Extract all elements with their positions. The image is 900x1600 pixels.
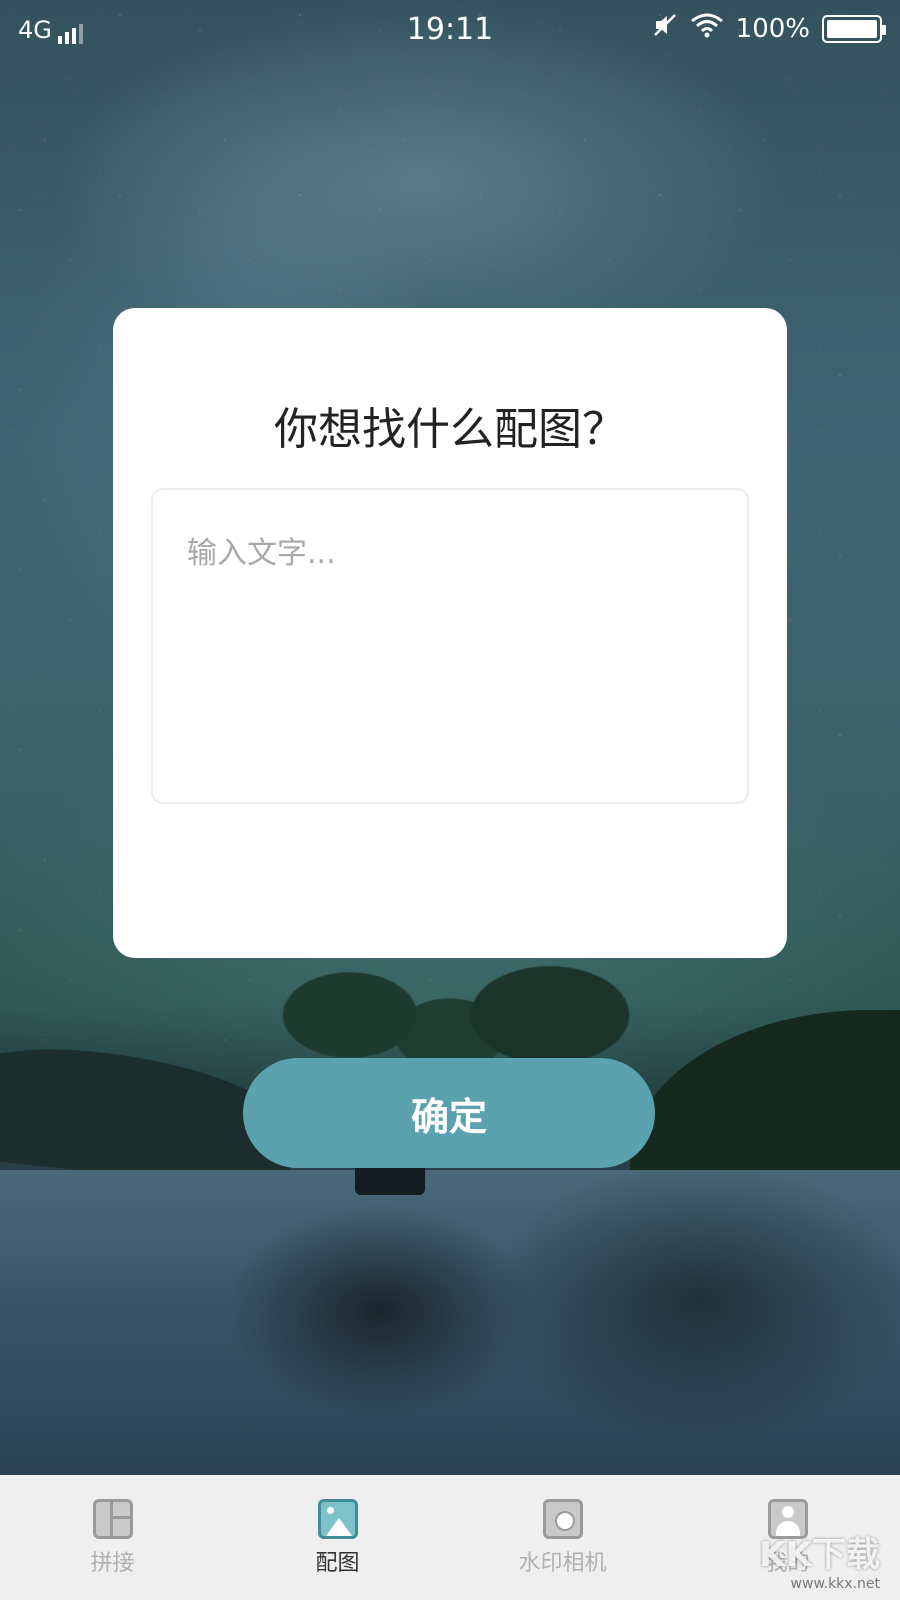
dialog-title: 你想找什么配图？ (274, 404, 626, 455)
battery-percent: 100% (735, 13, 810, 44)
watermark-url: www.kkx.net (790, 1576, 880, 1592)
wifi-icon (690, 12, 724, 45)
nav-item-image[interactable]: 配图 (225, 1475, 450, 1600)
battery-icon (822, 14, 886, 43)
confirm-button[interactable]: 确定 (243, 1058, 655, 1168)
bottom-nav: 拼接 配图 水印相机 我的 KK下载 www.kkx.net (0, 1475, 900, 1600)
status-right: 100% (652, 12, 886, 45)
status-bar: 4G 19:11 100% (0, 0, 900, 60)
image-icon (317, 1499, 358, 1539)
search-dialog: 你想找什么配图？ (113, 308, 787, 958)
nav-item-watermark-camera[interactable]: 水印相机 (450, 1475, 675, 1600)
nav-item-label: 水印相机 (518, 1551, 607, 1576)
mute-icon (652, 12, 678, 45)
watermark-text: KK下载 (759, 1535, 880, 1575)
site-watermark: KK下载 www.kkx.net (759, 1527, 880, 1592)
nav-item-collage[interactable]: 拼接 (0, 1475, 225, 1600)
camera-icon (542, 1499, 583, 1539)
text-input[interactable] (151, 488, 749, 804)
lake-reflection (0, 1170, 900, 1475)
nav-item-label: 配图 (315, 1551, 360, 1576)
nav-item-label: 拼接 (90, 1551, 135, 1576)
collage-icon (92, 1499, 133, 1539)
